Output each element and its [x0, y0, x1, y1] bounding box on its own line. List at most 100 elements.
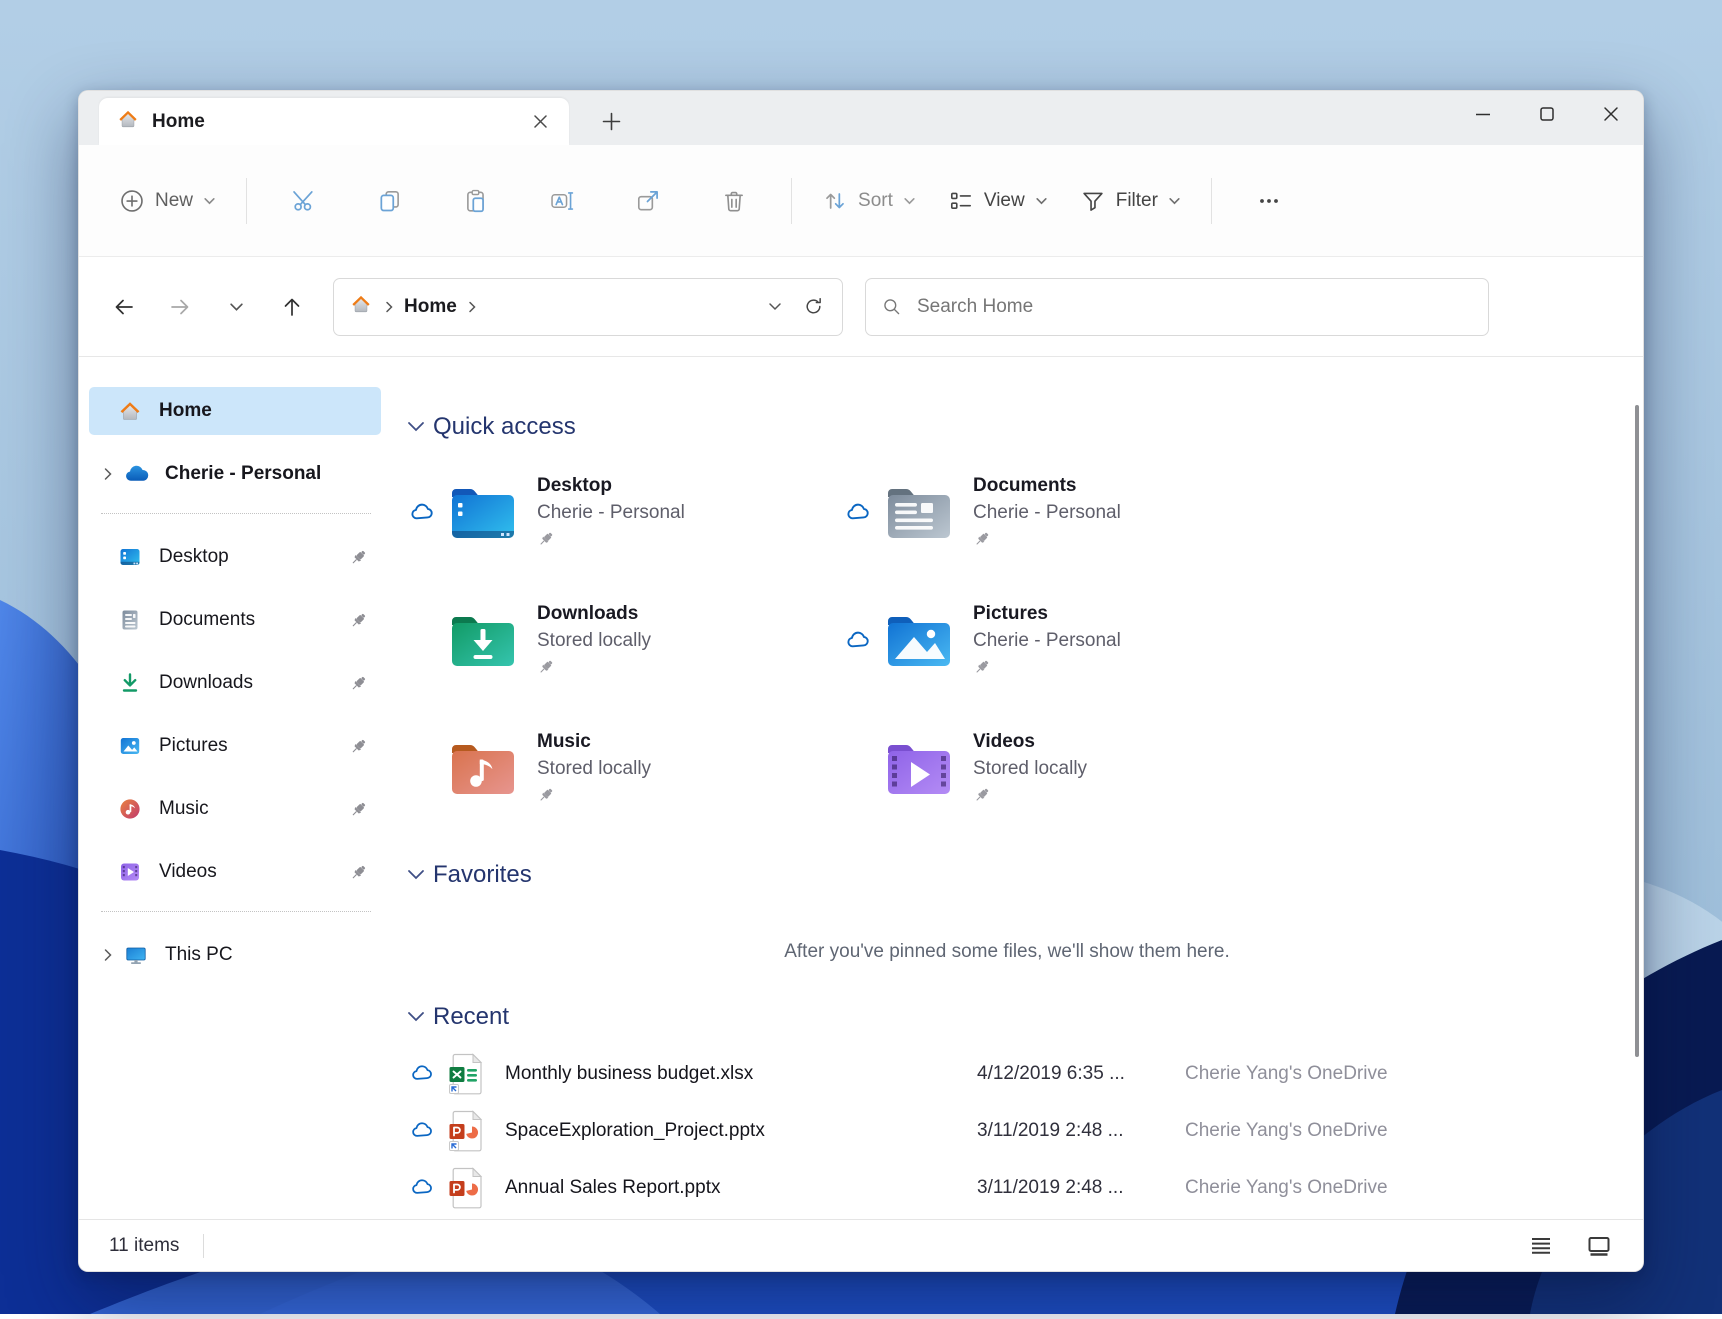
minimize-button[interactable] — [1451, 91, 1515, 137]
desktop-icon — [115, 545, 145, 569]
sidebar-item-onedrive[interactable]: Cherie - Personal — [89, 450, 381, 498]
tile-location: Stored locally — [537, 630, 651, 652]
powerpoint-icon — [447, 1110, 487, 1152]
up-button[interactable] — [269, 284, 315, 330]
explorer-body: Home Cherie - Personal — [79, 357, 1643, 1219]
tile-pictures[interactable]: Pictures Cherie - Personal — [843, 591, 1279, 689]
tab-home[interactable]: Home — [99, 98, 569, 145]
details-view-button[interactable] — [1519, 1227, 1563, 1265]
chevron-right-icon[interactable] — [95, 948, 121, 962]
favorites-header[interactable]: Favorites — [407, 861, 1607, 889]
status-separator — [203, 1234, 204, 1258]
plus-icon — [602, 112, 621, 131]
tile-meta: Videos Stored locally — [973, 731, 1087, 806]
favorites-section: Favorites After you've pinned some files… — [407, 861, 1607, 963]
documents-icon — [115, 608, 145, 632]
chevron-down-icon — [407, 868, 425, 882]
file-date-modified: 3/11/2019 2:48 ... — [977, 1120, 1185, 1142]
section-title: Recent — [433, 1003, 509, 1031]
chevron-right-icon — [382, 300, 396, 314]
filter-button-label: Filter — [1116, 190, 1158, 212]
new-tab-button[interactable] — [591, 101, 631, 141]
recent-locations-button[interactable] — [213, 284, 259, 330]
recent-section: Recent — [407, 1003, 1607, 1216]
sidebar-item-downloads[interactable]: Downloads — [89, 659, 381, 707]
cut-button[interactable] — [273, 172, 335, 230]
share-icon — [635, 188, 661, 214]
tile-documents[interactable]: Documents Cherie - Personal — [843, 463, 1279, 561]
paste-clipboard-icon — [463, 188, 489, 214]
monitor-icon — [121, 943, 151, 967]
recent-header[interactable]: Recent — [407, 1003, 1607, 1031]
chevron-right-icon — [465, 300, 479, 314]
recent-file-row[interactable]: Monthly business budget.xlsx 4/12/2019 6… — [407, 1045, 1607, 1102]
file-location: Cherie Yang's OneDrive — [1185, 1063, 1388, 1085]
minimize-icon — [1474, 105, 1492, 123]
copy-button[interactable] — [359, 172, 421, 230]
sidebar-item-documents[interactable]: Documents — [89, 596, 381, 644]
sidebar-item-label: Videos — [159, 861, 345, 883]
plus-circle-icon — [119, 188, 145, 214]
onedrive-cloud-icon — [121, 461, 151, 487]
sidebar-item-videos[interactable]: Videos — [89, 848, 381, 896]
back-button[interactable] — [101, 284, 147, 330]
cloud-status-icon — [407, 1061, 437, 1086]
tab-close-icon[interactable] — [525, 107, 555, 137]
sort-button[interactable]: Sort — [806, 172, 932, 230]
sidebar-item-label: Downloads — [159, 672, 345, 694]
videos-icon — [115, 860, 145, 884]
search-box[interactable] — [865, 278, 1489, 336]
sidebar-item-music[interactable]: Music — [89, 785, 381, 833]
address-bar[interactable]: Home — [333, 278, 843, 336]
delete-button[interactable] — [703, 172, 765, 230]
powerpoint-icon — [447, 1167, 487, 1209]
address-dropdown-button[interactable] — [756, 288, 794, 326]
paste-button[interactable] — [445, 172, 507, 230]
music-folder-icon — [445, 737, 521, 799]
cloud-status-icon — [843, 627, 873, 654]
documents-folder-icon — [881, 481, 957, 543]
breadcrumb-home[interactable]: Home — [404, 296, 457, 318]
quick-access-header[interactable]: Quick access — [407, 413, 1607, 441]
sidebar-item-pictures[interactable]: Pictures — [89, 722, 381, 770]
new-button[interactable]: New — [103, 172, 232, 230]
pin-icon — [345, 674, 371, 693]
share-button[interactable] — [617, 172, 679, 230]
search-input[interactable] — [915, 295, 1472, 319]
desktop-folder-icon — [445, 481, 521, 543]
details-view-icon — [1529, 1234, 1553, 1258]
close-button[interactable] — [1579, 91, 1643, 137]
tile-music[interactable]: Music Stored locally — [407, 719, 843, 817]
refresh-button[interactable] — [794, 288, 832, 326]
thumbnail-view-button[interactable] — [1577, 1227, 1621, 1265]
tile-downloads[interactable]: Downloads Stored locally — [407, 591, 843, 689]
chevron-right-icon[interactable] — [95, 467, 121, 481]
recent-file-row[interactable]: SpaceExploration_Project.pptx 3/11/2019 … — [407, 1102, 1607, 1159]
view-button[interactable]: View — [932, 172, 1064, 230]
toolbar-separator — [246, 178, 247, 224]
sidebar-item-this-pc[interactable]: This PC — [89, 931, 381, 979]
rename-icon — [549, 188, 575, 214]
chevron-down-icon — [903, 196, 916, 206]
recent-file-row[interactable]: Annual Sales Report.pptx 3/11/2019 2:48 … — [407, 1159, 1607, 1216]
vertical-scrollbar[interactable] — [1635, 405, 1639, 1057]
status-bar: 11 items — [79, 1219, 1643, 1271]
chevron-down-icon — [407, 1010, 425, 1024]
pin-icon — [345, 737, 371, 756]
pin-icon — [537, 786, 651, 806]
filter-button[interactable]: Filter — [1064, 172, 1197, 230]
sidebar-item-desktop[interactable]: Desktop — [89, 533, 381, 581]
sidebar-item-home[interactable]: Home — [89, 387, 381, 435]
more-options-button[interactable] — [1238, 172, 1300, 230]
file-name: Annual Sales Report.pptx — [505, 1177, 977, 1199]
tile-name: Desktop — [537, 475, 685, 497]
thumbnail-view-icon — [1586, 1234, 1612, 1258]
forward-button[interactable] — [157, 284, 203, 330]
maximize-button[interactable] — [1515, 91, 1579, 137]
chevron-down-icon — [1168, 196, 1181, 206]
tile-desktop[interactable]: Desktop Cherie - Personal — [407, 463, 843, 561]
rename-button[interactable] — [531, 172, 593, 230]
excel-icon — [447, 1053, 487, 1095]
tile-videos[interactable]: Videos Stored locally — [843, 719, 1279, 817]
sidebar-item-label: Pictures — [159, 735, 345, 757]
